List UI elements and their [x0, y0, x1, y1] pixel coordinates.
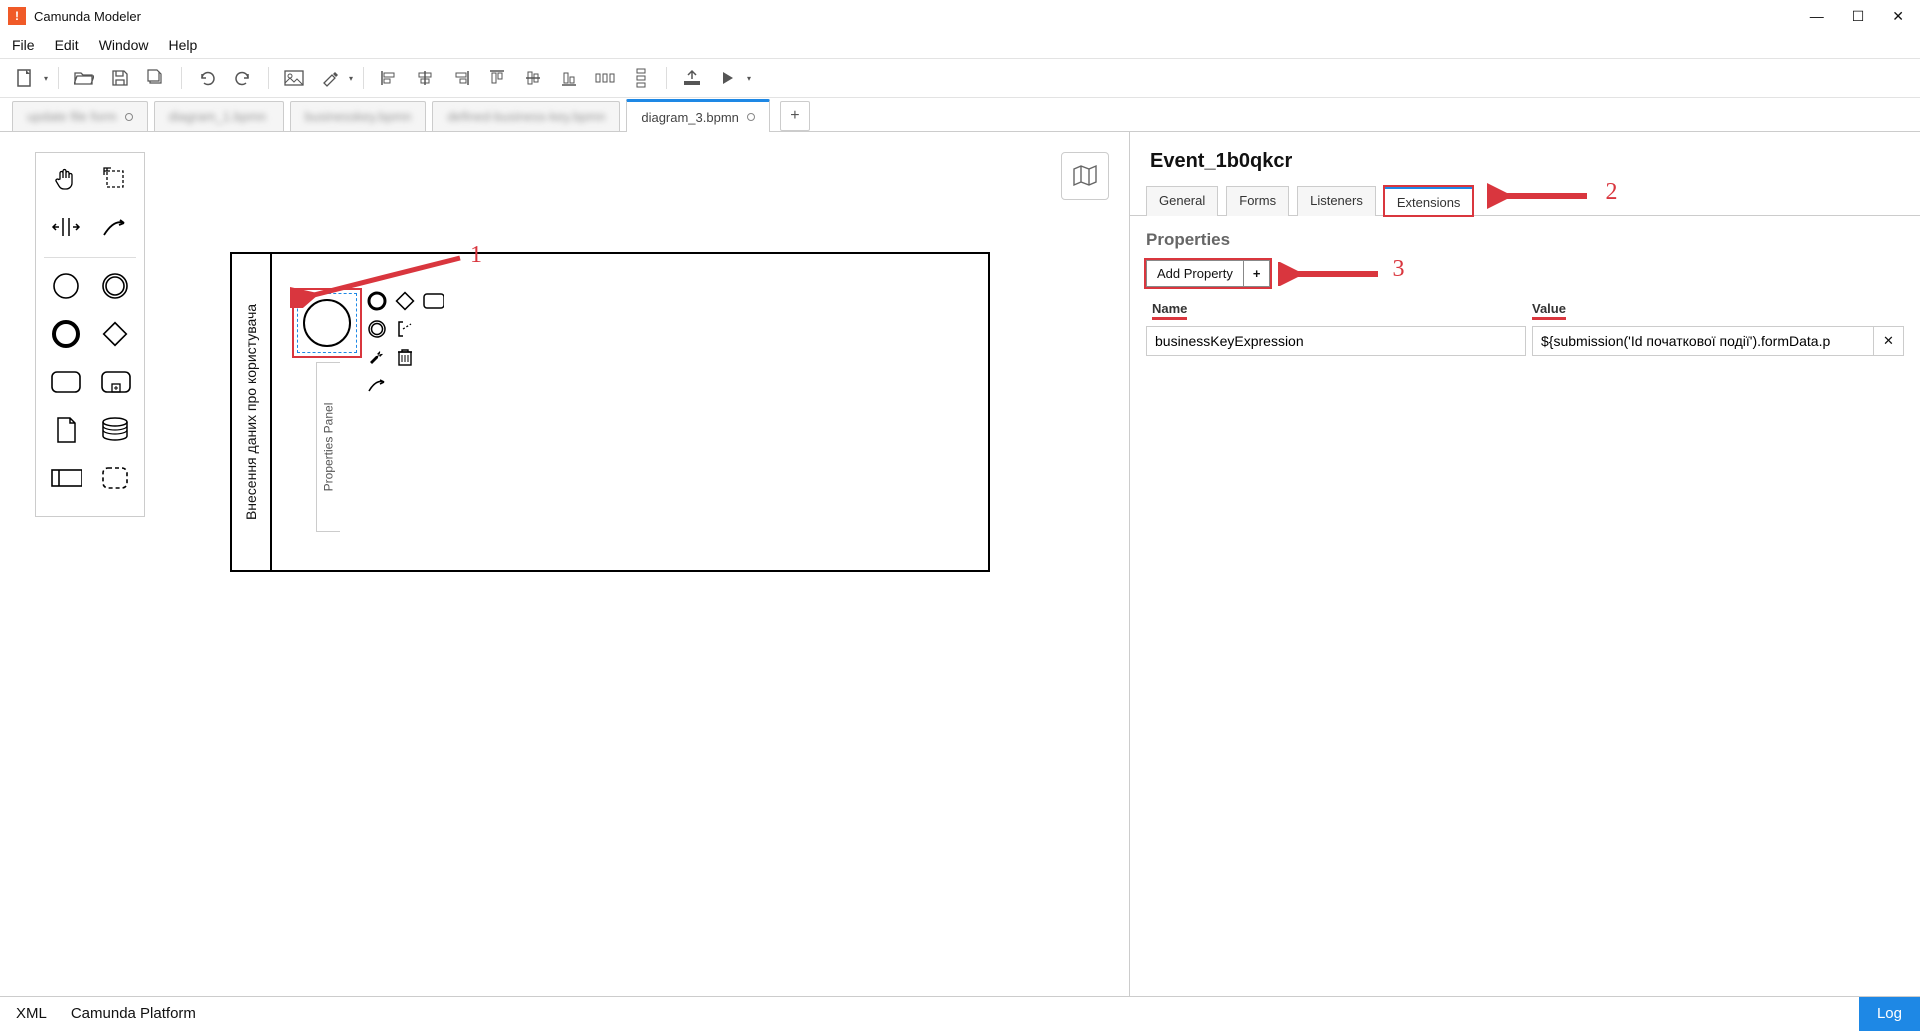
- tab-listeners[interactable]: Listeners: [1297, 186, 1376, 216]
- start-event-circle-icon: [303, 299, 351, 347]
- align-top-button[interactable]: [482, 63, 512, 93]
- menubar: File Edit Window Help: [0, 32, 1920, 58]
- hand-tool-icon[interactable]: [50, 163, 81, 195]
- color-button[interactable]: [315, 63, 345, 93]
- connect-icon[interactable]: [366, 374, 388, 396]
- distribute-vertical-button[interactable]: [626, 63, 656, 93]
- property-name-input[interactable]: [1146, 326, 1526, 356]
- bpmn-pool[interactable]: Внесення даних про користувача: [230, 252, 990, 572]
- annotation-number-2: 2: [1605, 179, 1617, 209]
- add-property-button[interactable]: Add Property +: [1146, 260, 1270, 287]
- append-intermediate-event-icon[interactable]: [366, 318, 388, 340]
- file-tab-active[interactable]: diagram_3.bpmn: [626, 99, 770, 132]
- align-left-button[interactable]: [374, 63, 404, 93]
- dirty-indicator-icon: [747, 113, 755, 121]
- space-tool-icon[interactable]: [50, 211, 81, 243]
- file-tab[interactable]: defined-business-key.bpmn: [432, 101, 620, 131]
- connect-tool-icon[interactable]: [99, 211, 130, 243]
- file-tabs: update file form diagram_1.bpmn business…: [0, 98, 1920, 132]
- pool-icon[interactable]: [50, 462, 82, 494]
- distribute-horizontal-button[interactable]: [590, 63, 620, 93]
- file-tab[interactable]: businesskey.bpmn: [290, 101, 427, 131]
- window-minimize-icon[interactable]: —: [1810, 8, 1824, 24]
- app-icon: !: [8, 7, 26, 25]
- minimap-toggle-button[interactable]: [1061, 152, 1109, 200]
- annotation-icon[interactable]: [394, 318, 416, 340]
- element-id-label: Event_1b0qkcr: [1130, 132, 1920, 179]
- menu-edit[interactable]: Edit: [55, 37, 79, 53]
- menu-help[interactable]: Help: [168, 37, 197, 53]
- delete-property-button[interactable]: ✕: [1874, 326, 1904, 356]
- chevron-down-icon[interactable]: ▾: [44, 74, 48, 83]
- append-gateway-icon[interactable]: [394, 290, 416, 312]
- lane-label[interactable]: Внесення даних про користувача: [232, 254, 272, 570]
- file-tab[interactable]: update file form: [12, 101, 148, 131]
- status-platform[interactable]: Camunda Platform: [71, 1005, 196, 1022]
- save-button[interactable]: [105, 63, 135, 93]
- trash-icon[interactable]: [394, 346, 416, 368]
- gateway-icon[interactable]: [99, 318, 130, 350]
- toolbar: ▾ ▾ ▾: [0, 58, 1920, 98]
- selected-start-event[interactable]: [292, 288, 362, 358]
- annotation-number-1: 1: [470, 242, 482, 269]
- task-icon[interactable]: [50, 366, 82, 398]
- context-pad: [366, 290, 486, 402]
- file-tab[interactable]: diagram_1.bpmn: [154, 101, 284, 131]
- data-store-icon[interactable]: [99, 414, 130, 446]
- data-object-icon[interactable]: [50, 414, 81, 446]
- tab-forms[interactable]: Forms: [1226, 186, 1289, 216]
- save-all-button[interactable]: [141, 63, 171, 93]
- diagram-canvas[interactable]: Внесення даних про користувача: [0, 132, 1130, 996]
- align-center-button[interactable]: [410, 63, 440, 93]
- start-event-icon[interactable]: [50, 270, 81, 302]
- map-icon: [1071, 164, 1099, 188]
- element-palette: [35, 152, 145, 517]
- image-button[interactable]: [279, 63, 309, 93]
- annotation-arrow-3: [1278, 262, 1388, 286]
- end-event-icon[interactable]: [50, 318, 81, 350]
- new-file-button[interactable]: [10, 63, 40, 93]
- column-header-name: Name: [1152, 301, 1187, 320]
- deploy-button[interactable]: [677, 63, 707, 93]
- properties-panel-handle[interactable]: Properties Panel: [316, 362, 340, 532]
- append-end-event-icon[interactable]: [366, 290, 388, 312]
- chevron-down-icon[interactable]: ▾: [349, 74, 353, 83]
- tab-general[interactable]: General: [1146, 186, 1218, 216]
- group-icon[interactable]: [100, 462, 130, 494]
- align-bottom-button[interactable]: [554, 63, 584, 93]
- append-task-icon[interactable]: [422, 290, 444, 312]
- subprocess-icon[interactable]: [100, 366, 132, 398]
- undo-button[interactable]: [192, 63, 222, 93]
- properties-panel: Event_1b0qkcr General Forms Listeners Ex…: [1130, 132, 1920, 996]
- add-tab-button[interactable]: +: [780, 101, 810, 131]
- status-xml-tab[interactable]: XML: [16, 1005, 47, 1022]
- log-button[interactable]: Log: [1859, 997, 1920, 1031]
- open-file-button[interactable]: [69, 63, 99, 93]
- align-middle-button[interactable]: [518, 63, 548, 93]
- wrench-icon[interactable]: [366, 346, 388, 368]
- column-header-value: Value: [1532, 301, 1566, 320]
- tab-extensions[interactable]: Extensions: [1384, 186, 1474, 216]
- status-bar: XML Camunda Platform Log: [0, 996, 1920, 1030]
- align-right-button[interactable]: [446, 63, 476, 93]
- menu-window[interactable]: Window: [99, 37, 149, 53]
- property-row: ✕: [1146, 326, 1904, 356]
- menu-file[interactable]: File: [12, 37, 35, 53]
- chevron-down-icon[interactable]: ▾: [747, 74, 751, 83]
- redo-button[interactable]: [228, 63, 258, 93]
- annotation-arrow-2: [1487, 182, 1597, 210]
- app-title: Camunda Modeler: [34, 9, 141, 24]
- titlebar: ! Camunda Modeler — ☐ ✕: [0, 0, 1920, 32]
- intermediate-event-icon[interactable]: [99, 270, 130, 302]
- plus-icon: +: [1243, 261, 1270, 286]
- run-button[interactable]: [713, 63, 743, 93]
- property-value-input[interactable]: [1532, 326, 1874, 356]
- properties-tabs: General Forms Listeners Extensions 2: [1130, 179, 1920, 216]
- window-close-icon[interactable]: ✕: [1892, 8, 1904, 25]
- window-maximize-icon[interactable]: ☐: [1852, 8, 1865, 25]
- lasso-tool-icon[interactable]: [99, 163, 130, 195]
- section-title-properties: Properties: [1146, 230, 1904, 250]
- annotation-number-3: 3: [1392, 256, 1404, 283]
